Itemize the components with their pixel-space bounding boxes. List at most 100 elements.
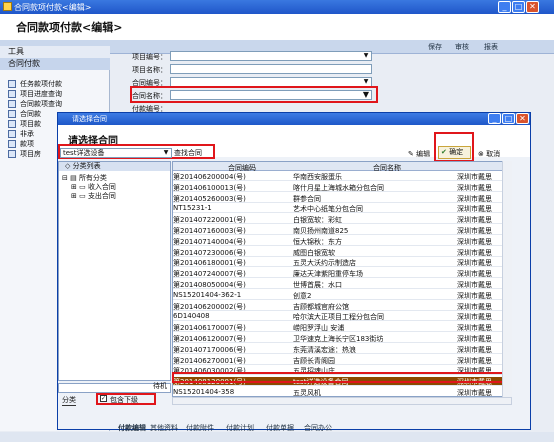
- cell-name: 廉达天津紫阳重停车场: [293, 270, 363, 279]
- nav-item[interactable]: 项目房: [8, 149, 41, 159]
- nav-section-tools[interactable]: 工具: [0, 46, 110, 58]
- table-row[interactable]: 第201407160003(号) 南贝扬州南道825 深圳市戴思: [173, 226, 503, 235]
- cell-company: 深圳市戴思: [457, 173, 492, 181]
- cell-company: 深圳市戴思: [457, 270, 492, 279]
- table-row[interactable]: 第201406120007(号) 卫华速克上海长宁区183街坊 深圳市戴思: [173, 334, 503, 343]
- cell-name: 南贝扬州南道825: [293, 227, 349, 235]
- nav-item[interactable]: 合同款: [8, 109, 41, 119]
- cell-name: 东莞清溪宏途：热浪: [293, 345, 356, 354]
- cell-code: NS15201404-362-1: [173, 290, 242, 299]
- project-code-select[interactable]: ▼: [170, 51, 372, 61]
- table-row[interactable]: 第201407140004(号) 恒大锦秋：东方 深圳市戴思: [173, 237, 503, 246]
- table-row[interactable]: 第201405260003(号) 群参合同 深圳市戴思: [173, 194, 503, 203]
- tree-node-expense[interactable]: ⊞ ▭ 支出合同: [71, 191, 116, 201]
- cell-code: 第201406200002(号): [173, 302, 246, 311]
- chevron-down-icon: ▼: [163, 149, 169, 156]
- tree-footer: 分类 ✓ 包含下级: [58, 393, 171, 406]
- cell-company: 深圳市戴思: [457, 389, 492, 397]
- table-row[interactable]: 第201406270001(号) 吉顾长青阁园 深圳市戴思: [173, 356, 503, 365]
- table-header: 合同编码 合同名称: [173, 162, 503, 172]
- nav-item[interactable]: 合同款项查询: [8, 99, 62, 109]
- table-row[interactable]: NS15201404-358 五灵风机 深圳市戴思: [173, 388, 503, 397]
- cell-company: 深圳市戴思: [457, 291, 492, 300]
- cell-code: 第201407140004(号): [173, 237, 246, 246]
- app-icon: [3, 2, 12, 11]
- dialog-minimize-button[interactable]: _: [488, 113, 501, 124]
- find-contract-button[interactable]: 查找合同: [172, 148, 216, 158]
- contract-name-select[interactable]: ▼: [170, 90, 372, 100]
- table-row[interactable]: 第201407230006(号) 威图白银宽软 深圳市戴思: [173, 248, 503, 257]
- document-icon: [8, 140, 16, 148]
- nav-item[interactable]: 项目款: [8, 119, 41, 129]
- table-row[interactable]: 第201407240007(号) 廉达天津紫阳重停车场 深圳市戴思: [173, 269, 503, 279]
- contract-name-label: 合同名称：: [132, 92, 167, 100]
- dialog-maximize-button[interactable]: □: [502, 113, 515, 124]
- table-horizontal-scrollbar[interactable]: [172, 397, 512, 405]
- chevron-down-icon: ▼: [363, 52, 369, 59]
- category-tab[interactable]: 分类: [62, 395, 76, 406]
- cell-code: 第201407230006(号): [173, 248, 246, 257]
- document-icon: [8, 150, 16, 158]
- table-row[interactable]: 第201407220001(号) 白银宽软：彩虹 深圳市戴思: [173, 215, 503, 225]
- cell-company: 深圳市戴思: [457, 259, 492, 268]
- table-row[interactable]: 第201406170007(号) 崂阳罗浮山 安浦 深圳市戴思: [173, 323, 503, 333]
- contract-search-input[interactable]: test详选设备 ▼: [60, 148, 172, 158]
- table-row[interactable]: 第201406100013(号) 喀什月星上海城水箱分包合同 深圳市戴思: [173, 183, 503, 192]
- cell-code: 第201407160003(号): [173, 227, 246, 235]
- cell-company: 深圳市戴思: [457, 183, 492, 192]
- edit-button[interactable]: ✎ 编辑: [408, 149, 430, 159]
- window-title: 合同款项付款<编辑>: [14, 3, 92, 12]
- nav-item[interactable]: 款项: [8, 139, 34, 149]
- document-icon: [8, 80, 16, 88]
- cell-company: 深圳市戴思: [457, 324, 492, 333]
- include-sub-label: 包含下级: [110, 396, 138, 404]
- cell-name: 哈尔滨大正项目工程分包合同: [293, 313, 384, 322]
- cell-code: NS15201404-358: [173, 388, 235, 396]
- confirm-button[interactable]: ✔ 确定: [438, 146, 471, 159]
- cell-company: 深圳市戴思: [457, 205, 492, 214]
- table-row[interactable]: 第201408050004(号) 世博首展：水口 深圳市戴思: [173, 280, 503, 289]
- cell-name: 华南西安服蛋乐: [293, 173, 342, 181]
- cell-code: 第201406170007(号): [173, 324, 246, 333]
- maximize-button[interactable]: □: [512, 1, 525, 13]
- table-row[interactable]: NT15231-1 艺术中心纸笔分包合同 深圳市戴思: [173, 204, 503, 214]
- nav-section-contract-payment[interactable]: 合同付款: [0, 58, 110, 70]
- cell-code: 第201405260003(号): [173, 194, 246, 203]
- table-vertical-scrollbar[interactable]: [502, 161, 512, 397]
- cancel-button[interactable]: ⊗ 取消: [478, 149, 500, 159]
- status-bar: [0, 432, 554, 442]
- dialog-close-button[interactable]: ✕: [516, 113, 529, 124]
- cell-company: 深圳市戴思: [457, 237, 492, 246]
- cell-company: 深圳市戴思: [457, 216, 492, 225]
- minimize-button[interactable]: _: [498, 1, 511, 13]
- audit-button[interactable]: 审核: [455, 42, 469, 52]
- cell-name: 群参合同: [293, 194, 321, 203]
- table-row[interactable]: NS15201404-362-1 创意2 深圳市戴思: [173, 290, 503, 300]
- cell-code: 第201407170006(号): [173, 345, 246, 354]
- report-button[interactable]: 报表: [484, 42, 498, 52]
- cell-code: 第201406100013(号): [173, 183, 246, 192]
- chevron-down-icon: ▼: [362, 90, 370, 99]
- cell-company: 深圳市戴思: [457, 227, 492, 235]
- nav-item[interactable]: 任务款项付款: [8, 79, 62, 89]
- select-contract-dialog: 请选择合同 _ □ ✕ 请选择合同 test详选设备 ▼ 查找合同 ✎ 编辑 ✔ …: [57, 112, 531, 430]
- category-tree: ◇ 分类列表 ⊟ ▤ 所有分类 ⊞ ▭ 收入合同 ⊞ ▭ 支出合同: [58, 161, 171, 381]
- nav-item[interactable]: 项目进度查询: [8, 89, 62, 99]
- table-row[interactable]: 第201406180001(号) 五灵大沃约示制造店 深圳市戴思: [173, 258, 503, 268]
- cell-code: 6D140408: [173, 312, 210, 321]
- nav-item[interactable]: 非承: [8, 129, 34, 139]
- close-button[interactable]: ✕: [526, 1, 539, 13]
- page-title: 合同款项付款<编辑>: [16, 21, 123, 34]
- document-icon: [8, 100, 16, 108]
- contract-table: 合同编码 合同名称 第201406200004(号) 华南西安服蛋乐 深圳市戴思 第2…: [172, 161, 504, 397]
- project-name-field[interactable]: [170, 64, 372, 74]
- cell-code: 第201408050004(号): [173, 281, 246, 289]
- cell-company: 深圳市戴思: [457, 194, 492, 203]
- table-row[interactable]: 第201406200004(号) 华南西安服蛋乐 深圳市戴思: [173, 172, 503, 181]
- cell-company: 深圳市戴思: [457, 302, 492, 311]
- table-row[interactable]: 第201406200002(号) 吉顾都城官府公馆 深圳市戴思: [173, 302, 503, 311]
- table-row[interactable]: 第201407170006(号) 东莞清溪宏途：热浪 深圳市戴思: [173, 345, 503, 354]
- save-button[interactable]: 保存: [428, 42, 442, 52]
- include-sub-checkbox[interactable]: ✓: [100, 395, 107, 402]
- table-row[interactable]: 6D140408 哈尔滨大正项目工程分包合同 深圳市戴思: [173, 312, 503, 322]
